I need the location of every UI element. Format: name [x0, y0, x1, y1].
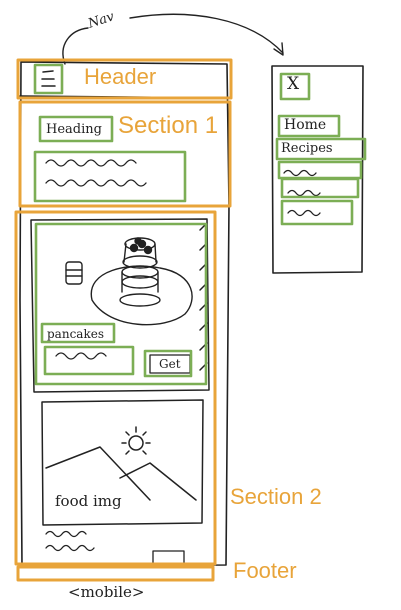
card-pancakes: [30, 218, 210, 393]
card-description-squiggle: [55, 352, 107, 360]
card-food-text-lines: [45, 530, 185, 565]
wireframe-sketch: [14, 13, 367, 582]
heading-text: Heading: [46, 122, 102, 137]
food-img-text: food img: [55, 492, 122, 510]
nav-drawer-outline: [271, 65, 364, 274]
section1-annotation: Section 1: [118, 112, 219, 139]
card-title-text: pancakes: [47, 327, 104, 341]
section1-text-lines: [45, 159, 147, 187]
nav-item-recipes: Recipes: [281, 141, 333, 156]
pancake-illustration: [65, 237, 193, 326]
header-annotation: Header: [84, 64, 157, 89]
footer-box: [16, 565, 215, 582]
section1-text-box: [33, 150, 187, 203]
mobile-label: <mobile>: [68, 583, 145, 601]
section2-box: [14, 210, 217, 566]
footer-annotation: Footer: [233, 558, 297, 583]
card-desc-box: [43, 345, 135, 376]
get-button-text: Get: [159, 357, 181, 371]
hamburger-icon-lines: [41, 70, 56, 87]
nav-item5-box: [280, 199, 354, 226]
nav-item4-box: [280, 177, 360, 199]
nav-item-home: Home: [284, 117, 327, 133]
section2-annotation: Section 2: [230, 484, 322, 509]
nav-item3-box: [277, 160, 363, 180]
close-icon: X: [287, 74, 300, 94]
